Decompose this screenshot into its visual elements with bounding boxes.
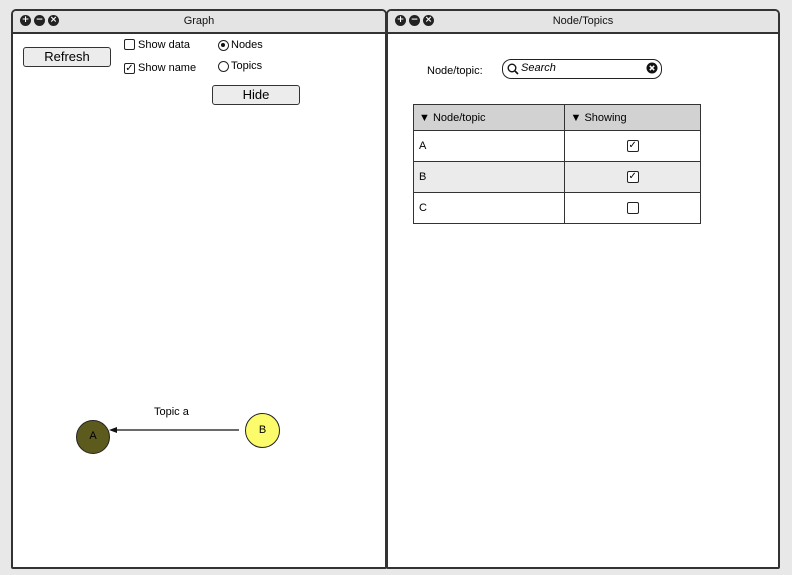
search-input[interactable]: Search xyxy=(502,59,662,79)
table-row[interactable]: B ✓ xyxy=(412,161,701,193)
node-topics-window: + − × Node/Topics Node/topic: Search ▼ N… xyxy=(386,9,780,569)
column-header-showing[interactable]: ▼ Showing xyxy=(564,104,701,131)
column-label: Node/topic xyxy=(432,111,486,124)
node-topic-cell: C xyxy=(412,192,566,224)
edge-arrowhead-icon xyxy=(109,427,117,433)
node-a[interactable]: A xyxy=(76,420,110,454)
graph-canvas xyxy=(109,427,239,433)
showing-cell: ✓ xyxy=(564,161,701,193)
sort-down-icon: ▼ xyxy=(419,111,430,124)
node-topic-cell: A xyxy=(412,130,566,162)
table-row[interactable]: C xyxy=(412,192,701,224)
node-topics-titlebar: + − × Node/Topics xyxy=(388,11,778,34)
table-header-row: ▼ Node/topic ▼ Showing xyxy=(412,104,701,131)
sort-down-icon: ▼ xyxy=(570,111,582,124)
search-placeholder: Search xyxy=(521,62,556,74)
showing-checkbox[interactable]: ✓ xyxy=(626,171,639,184)
clear-search-icon[interactable] xyxy=(646,62,658,74)
search-icon xyxy=(507,63,519,75)
graph-titlebar: + − × Graph xyxy=(13,11,385,34)
node-topic-filter-label: Node/topic: xyxy=(427,65,483,77)
column-header-node-topic[interactable]: ▼ Node/topic xyxy=(412,104,566,131)
node-topic-cell: B xyxy=(412,161,566,193)
window-title: Node/Topics xyxy=(552,15,614,27)
edge-label: Topic a xyxy=(154,406,189,418)
window-title: Graph xyxy=(183,15,215,27)
showing-cell: ✓ xyxy=(564,130,701,162)
showing-cell xyxy=(564,192,701,224)
node-topic-table: ▼ Node/topic ▼ Showing A ✓ B ✓ C xyxy=(412,104,701,224)
node-b[interactable]: B xyxy=(245,413,280,448)
showing-checkbox[interactable]: ✓ xyxy=(626,140,639,153)
table-row[interactable]: A ✓ xyxy=(412,130,701,162)
showing-checkbox[interactable] xyxy=(626,202,639,215)
column-label: Showing xyxy=(584,111,627,124)
graph-window: + − × Graph Refresh Show data ✓ Show nam… xyxy=(11,9,387,569)
